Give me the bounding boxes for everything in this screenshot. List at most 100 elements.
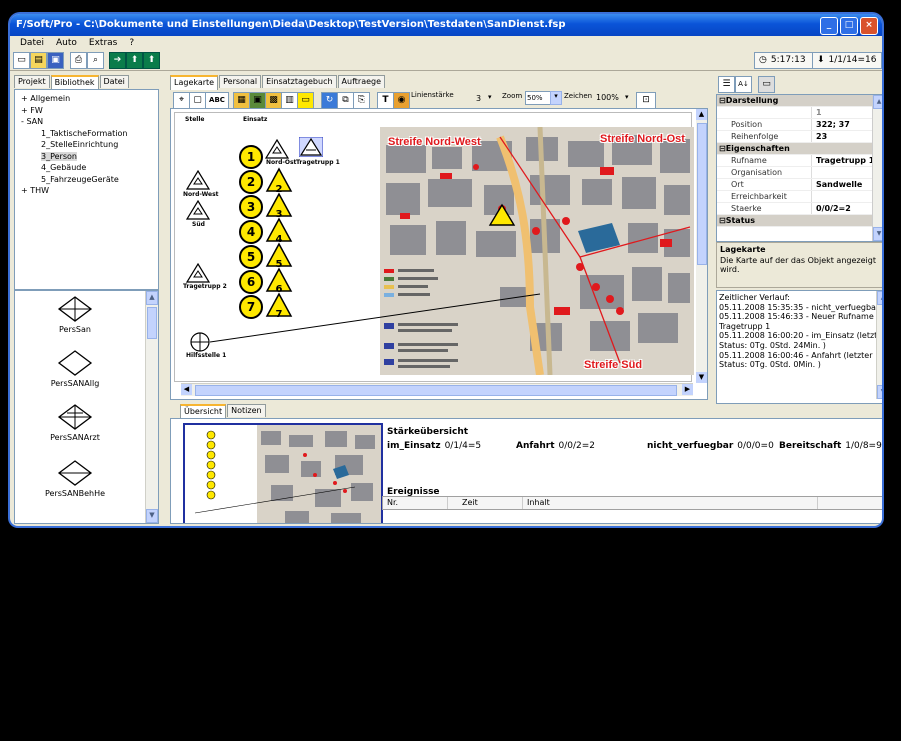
select-tool-icon[interactable]: ⌖ [173, 92, 190, 109]
vscroll-down-icon[interactable]: ▼ [696, 372, 707, 383]
scroll-thumb[interactable] [147, 307, 157, 339]
col-zeit[interactable]: Zeit [448, 497, 523, 509]
property-reihenfolge[interactable]: Reihenfolge 23 [717, 131, 882, 143]
history-scroll-down-icon[interactable]: ▼ [877, 385, 882, 399]
arrow-up-icon[interactable]: ⬆ [126, 52, 143, 69]
prop-scroll-down-icon[interactable]: ▼ [873, 227, 882, 241]
zoom-dropdown-icon[interactable]: ▾ [550, 91, 562, 105]
tree-item[interactable]: 5_FahrzeugeGeräte [15, 174, 158, 186]
scroll-left-icon[interactable]: ◀ [181, 384, 192, 395]
tragetrupp2-triangle-icon[interactable] [186, 263, 210, 283]
font-icon[interactable]: T [377, 92, 394, 109]
einsatz-circle[interactable]: 2 [239, 170, 263, 194]
copy-icon[interactable]: ⧉ [337, 92, 354, 109]
hscroll-thumb[interactable] [195, 385, 677, 396]
tab-einsatztagebuch[interactable]: Einsatztagebuch [262, 75, 337, 88]
tab-bibliothek[interactable]: Bibliothek [50, 75, 99, 90]
rectangle-tool-icon[interactable]: ▢ [189, 92, 206, 109]
property-row[interactable]: 1 [717, 107, 882, 119]
tragetrupp1-triangle-icon[interactable] [299, 137, 323, 157]
categorized-icon[interactable]: ☰ [718, 76, 735, 93]
tree-item[interactable]: 4_Gebäude [15, 162, 158, 174]
history-scroll-up-icon[interactable]: ▲ [877, 291, 882, 305]
tab-personal[interactable]: Personal [219, 75, 262, 88]
library-item-perssanarzt[interactable]: PersSANArzt [25, 403, 125, 442]
einsatz-circle[interactable]: 1 [239, 145, 263, 169]
einsatz-circle[interactable]: 4 [239, 220, 263, 244]
hilfsstelle-icon[interactable] [189, 332, 211, 352]
library-item-perssanbehhe[interactable]: PersSANBehHe [25, 459, 125, 498]
menu-help[interactable]: ? [129, 36, 134, 50]
property-rufname[interactable]: Rufname Tragetrupp 1 [717, 155, 882, 167]
vscroll-thumb[interactable] [697, 123, 707, 265]
color-icon[interactable]: ◉ [393, 92, 410, 109]
tree-item-selected[interactable]: 3_Person [41, 151, 77, 161]
menu-datei[interactable]: Datei [20, 36, 44, 50]
scroll-down-icon[interactable]: ▼ [146, 509, 158, 523]
maximize-button[interactable]: □ [840, 17, 858, 35]
tree-item[interactable]: - SAN [15, 116, 158, 128]
property-ort[interactable]: Ort Sandwelle [717, 179, 882, 191]
paste-icon[interactable]: ⎘ [353, 92, 370, 109]
property-scrollbar[interactable]: ▲ ▼ [872, 95, 882, 241]
new-file-icon[interactable]: ▭ [13, 52, 30, 69]
save-icon[interactable]: ▣ [47, 52, 64, 69]
minimize-button[interactable]: _ [820, 17, 838, 35]
zoom-select[interactable]: 50% [525, 91, 552, 105]
category-darstellung[interactable]: ⊟ Darstellung [717, 95, 882, 107]
tree-item[interactable]: + Allgemein [15, 93, 158, 105]
scroll-right-icon[interactable]: ▶ [682, 384, 693, 395]
prop-scroll-up-icon[interactable]: ▲ [873, 95, 882, 109]
note-icon[interactable]: ▭ [297, 92, 314, 109]
property-pages-icon[interactable]: ▭ [758, 76, 775, 93]
arrow-right-icon[interactable]: ➔ [109, 52, 126, 69]
table-icon[interactable]: ▥ [281, 92, 298, 109]
zeichen-select[interactable]: 100% [596, 93, 619, 102]
library-scrollbar[interactable]: ▲ ▼ [145, 291, 158, 523]
einsatz-circle[interactable]: 3 [239, 195, 263, 219]
tree-item[interactable]: 2_StelleEinrichtung [15, 139, 158, 151]
image-icon[interactable]: ▩ [265, 92, 282, 109]
close-button[interactable]: × [860, 17, 878, 35]
tab-auftraege[interactable]: Auftraege [337, 75, 386, 88]
tab-datei[interactable]: Datei [99, 75, 129, 88]
property-organisation[interactable]: Organisation [717, 167, 882, 179]
tab-projekt[interactable]: Projekt [14, 75, 50, 88]
nordwest-triangle-icon[interactable] [186, 170, 210, 190]
sort-az-icon[interactable]: A↓ [735, 76, 752, 93]
category-eigenschaften[interactable]: ⊟ Eigenschaften [717, 143, 882, 155]
library-item-perssan[interactable]: PersSan [25, 295, 125, 334]
canvas-hscrollbar[interactable]: ◀ ▶ [181, 383, 693, 396]
nordost-triangle-icon[interactable] [265, 139, 289, 159]
open-folder-icon[interactable]: ▤ [30, 52, 47, 69]
tab-notizen[interactable]: Notizen [227, 404, 266, 417]
arrow-up-alt-icon[interactable]: ⬆ [143, 52, 160, 69]
linienstaerke-select[interactable]: 3 [476, 94, 481, 103]
zeichen-dropdown-icon[interactable]: ▾ [625, 93, 629, 101]
vscroll-up-icon[interactable]: ▲ [696, 109, 707, 120]
scroll-up-icon[interactable]: ▲ [146, 291, 158, 305]
menu-auto[interactable]: Auto [56, 36, 77, 50]
sued-triangle-icon[interactable] [186, 200, 210, 220]
print-preview-icon[interactable]: ⌕ [87, 52, 104, 69]
fit-icon[interactable]: ⊡ [636, 92, 656, 109]
tab-uebersicht[interactable]: Übersicht [180, 404, 227, 419]
category-status[interactable]: ⊟ Status [717, 215, 882, 227]
library-item-perssanallg[interactable]: PersSANAllg [25, 349, 125, 388]
save-map-icon[interactable]: ▣ [249, 92, 266, 109]
tree-item[interactable]: + THW [15, 185, 158, 197]
print-icon[interactable]: ⎙ [70, 52, 87, 69]
property-erreichbarkeit[interactable]: Erreichbarkeit [717, 191, 882, 203]
tree-item[interactable]: 1_TaktischeFormation [15, 128, 158, 140]
refresh-icon[interactable]: ↻ [321, 92, 338, 109]
col-inhalt[interactable]: Inhalt [523, 497, 818, 509]
layer-icon[interactable]: ▦ [233, 92, 250, 109]
tab-lagekarte[interactable]: Lagekarte [170, 75, 219, 90]
property-position[interactable]: Position 322; 37 [717, 119, 882, 131]
property-staerke[interactable]: Staerke 0/0/2=2 [717, 203, 882, 215]
text-tool-button[interactable]: ABC [205, 92, 229, 109]
linienstaerke-dropdown-icon[interactable]: ▾ [488, 93, 492, 101]
history-scrollbar[interactable]: ▲ ▼ [876, 291, 882, 399]
menu-extras[interactable]: Extras [89, 36, 117, 50]
overview-thumbnail[interactable] [183, 423, 383, 523]
